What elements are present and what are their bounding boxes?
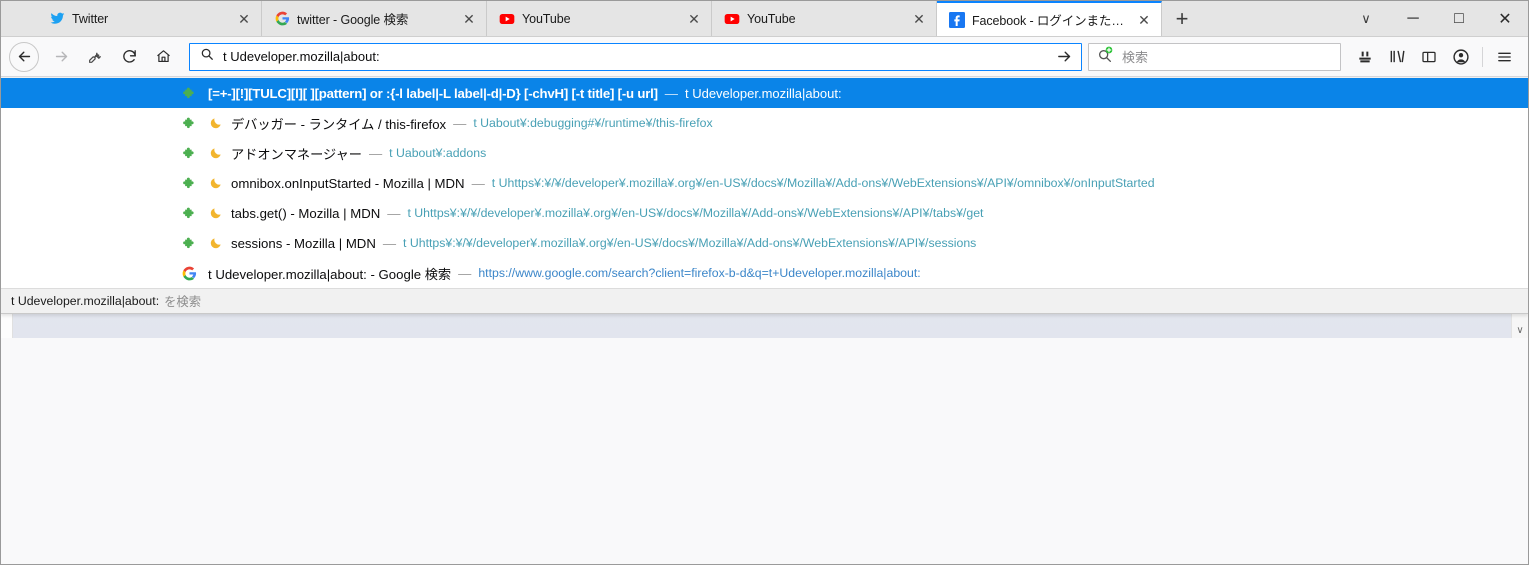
extension-puzzle-icon bbox=[181, 205, 197, 221]
suggestion-dash: — bbox=[664, 85, 678, 101]
sidebar-icon[interactable] bbox=[1413, 41, 1445, 73]
status-query-text: t Udeveloper.mozilla|about: bbox=[11, 294, 160, 308]
tab-close-button[interactable]: ✕ bbox=[460, 10, 478, 28]
library-icon[interactable] bbox=[1381, 41, 1413, 73]
tab-close-button[interactable]: ✕ bbox=[235, 10, 253, 28]
suggestion-title: デバッガー - ランタイム / this-firefox bbox=[231, 116, 447, 132]
moon-icon bbox=[208, 175, 224, 191]
window-minimize-button[interactable]: ─ bbox=[1390, 1, 1436, 36]
suggestion-dash: — bbox=[382, 235, 397, 251]
tab-label: YouTube bbox=[747, 11, 796, 26]
suggestion-dash: — bbox=[471, 175, 485, 191]
suggestion-url: https://www.google.com/search?client=fir… bbox=[478, 266, 921, 280]
facebook-icon bbox=[949, 11, 965, 28]
suggestion-url: t Uabout¥:addons bbox=[389, 146, 487, 160]
extension-puzzle-icon bbox=[181, 175, 197, 191]
suggestion-dash: — bbox=[387, 205, 401, 221]
status-suffix-text: を検索 bbox=[164, 295, 202, 309]
suggestion-dash: — bbox=[368, 145, 383, 161]
urlbar-suggestions-popup: [=+-][!][TULC][l][ ][pattern] or :{-l la… bbox=[1, 78, 1528, 314]
suggestion-title: tabs.get() - Mozilla | MDN bbox=[231, 205, 381, 221]
url-bar[interactable]: t Udeveloper.mozilla|about: bbox=[189, 42, 1082, 71]
moon-icon bbox=[208, 145, 224, 161]
youtube-icon bbox=[724, 11, 740, 27]
moon-icon bbox=[208, 205, 224, 221]
tab-label: twitter - Google 検索 bbox=[297, 13, 409, 27]
list-all-tabs-icon[interactable]: ∨ bbox=[1342, 1, 1390, 36]
suggestion-title: omnibox.onInputStarted - Mozilla | MDN bbox=[231, 175, 465, 191]
tabstrip-spacer bbox=[1202, 1, 1342, 36]
suggestion-title: t Udeveloper.mozilla|about: - Google 検索 bbox=[208, 266, 452, 282]
new-tab-button[interactable]: + bbox=[1162, 1, 1202, 36]
suggestion-row[interactable]: [=+-][!][TULC][l][ ][pattern] or :{-l la… bbox=[1, 78, 1528, 108]
tab-google-search[interactable]: twitter - Google 検索 ✕ bbox=[262, 1, 487, 36]
suggestion-url: t Uhttps¥:¥/¥/developer¥.mozilla¥.org¥/e… bbox=[407, 206, 984, 220]
go-arrow-icon[interactable] bbox=[1053, 48, 1075, 65]
tab-label: Facebook - ログインまたは登録 bbox=[972, 14, 1131, 28]
search-input-placeholder[interactable]: 検索 bbox=[1122, 47, 1148, 66]
twitter-icon bbox=[49, 11, 65, 27]
suggestion-title: アドオンマネージャー bbox=[231, 146, 362, 162]
forward-arrow-icon[interactable] bbox=[45, 41, 77, 73]
containers-icon[interactable] bbox=[1349, 41, 1381, 73]
suggestion-row[interactable]: tabs.get() - Mozilla | MDN — t Uhttps¥:¥… bbox=[1, 198, 1528, 228]
reload-icon[interactable] bbox=[113, 41, 145, 73]
window-close-button[interactable]: ✕ bbox=[1482, 1, 1528, 36]
browser-window: Twitter ✕ twitter - Google 検索 ✕ YouTube … bbox=[0, 0, 1529, 565]
wrench-icon[interactable] bbox=[79, 41, 111, 73]
suggestion-row[interactable]: デバッガー - ランタイム / this-firefox — t Uabout¥… bbox=[1, 108, 1528, 138]
moon-icon bbox=[208, 235, 224, 251]
extension-puzzle-icon bbox=[181, 145, 197, 161]
search-add-engine-icon bbox=[1097, 46, 1113, 67]
tab-youtube-1[interactable]: YouTube ✕ bbox=[487, 1, 712, 36]
tab-close-button[interactable]: ✕ bbox=[910, 10, 928, 28]
suggestion-row[interactable]: omnibox.onInputStarted - Mozilla | MDN —… bbox=[1, 168, 1528, 198]
tab-facebook[interactable]: Facebook - ログインまたは登録 ✕ bbox=[937, 1, 1162, 36]
suggestion-dash: — bbox=[453, 115, 467, 131]
youtube-icon bbox=[499, 11, 515, 27]
tab-twitter[interactable]: Twitter ✕ bbox=[37, 1, 262, 36]
moon-icon bbox=[208, 115, 224, 131]
navigation-toolbar: t Udeveloper.mozilla|about: 検索 bbox=[1, 37, 1528, 77]
tab-close-button[interactable]: ✕ bbox=[1135, 11, 1153, 29]
extension-puzzle-icon bbox=[181, 235, 197, 251]
toolbar-separator bbox=[1482, 46, 1483, 67]
suggestion-title: sessions - Mozilla | MDN bbox=[231, 235, 376, 251]
suggestion-title: [=+-][!][TULC][l][ ][pattern] or :{-l la… bbox=[208, 85, 658, 101]
url-input-value[interactable]: t Udeveloper.mozilla|about: bbox=[223, 49, 1053, 64]
tab-youtube-2[interactable]: YouTube ✕ bbox=[712, 1, 937, 36]
suggestion-dash: — bbox=[458, 265, 472, 281]
suggestion-row[interactable]: アドオンマネージャー — t Uabout¥:addons bbox=[1, 138, 1528, 168]
hamburger-menu-icon[interactable] bbox=[1488, 41, 1520, 73]
urlbar-status-bar: t Udeveloper.mozilla|about: を検索 bbox=[1, 288, 1528, 313]
account-icon[interactable] bbox=[1445, 41, 1477, 73]
tabstrip-left-gutter bbox=[1, 1, 37, 36]
extension-puzzle-icon bbox=[181, 85, 197, 101]
google-icon bbox=[181, 265, 197, 281]
suggestion-url: t Uhttps¥:¥/¥/developer¥.mozilla¥.org¥/e… bbox=[403, 236, 977, 250]
suggestion-row-google-search[interactable]: t Udeveloper.mozilla|about: - Google 検索 … bbox=[1, 258, 1528, 288]
scroll-down-arrow-icon[interactable]: ∨ bbox=[1512, 325, 1528, 336]
tabstrip-right-controls: ∨ ─ □ ✕ bbox=[1342, 1, 1528, 36]
tab-label: Twitter bbox=[72, 11, 109, 26]
tab-label: YouTube bbox=[522, 11, 571, 26]
search-icon bbox=[200, 47, 214, 66]
suggestion-row[interactable]: sessions - Mozilla | MDN — t Uhttps¥:¥/¥… bbox=[1, 228, 1528, 258]
suggestion-url: t Uhttps¥:¥/¥/developer¥.mozilla¥.org¥/e… bbox=[491, 176, 1155, 190]
google-icon bbox=[274, 11, 290, 27]
home-icon[interactable] bbox=[147, 41, 179, 73]
tab-strip: Twitter ✕ twitter - Google 検索 ✕ YouTube … bbox=[1, 1, 1528, 37]
tab-close-button[interactable]: ✕ bbox=[685, 10, 703, 28]
back-arrow-icon[interactable] bbox=[9, 41, 39, 72]
search-bar[interactable]: 検索 bbox=[1088, 42, 1341, 71]
extension-puzzle-icon bbox=[181, 115, 197, 131]
window-maximize-button[interactable]: □ bbox=[1436, 1, 1482, 36]
suggestion-url: t Udeveloper.mozilla|about: bbox=[684, 85, 842, 101]
suggestion-url: t Uabout¥:debugging#¥/runtime¥/this-fire… bbox=[473, 116, 713, 130]
